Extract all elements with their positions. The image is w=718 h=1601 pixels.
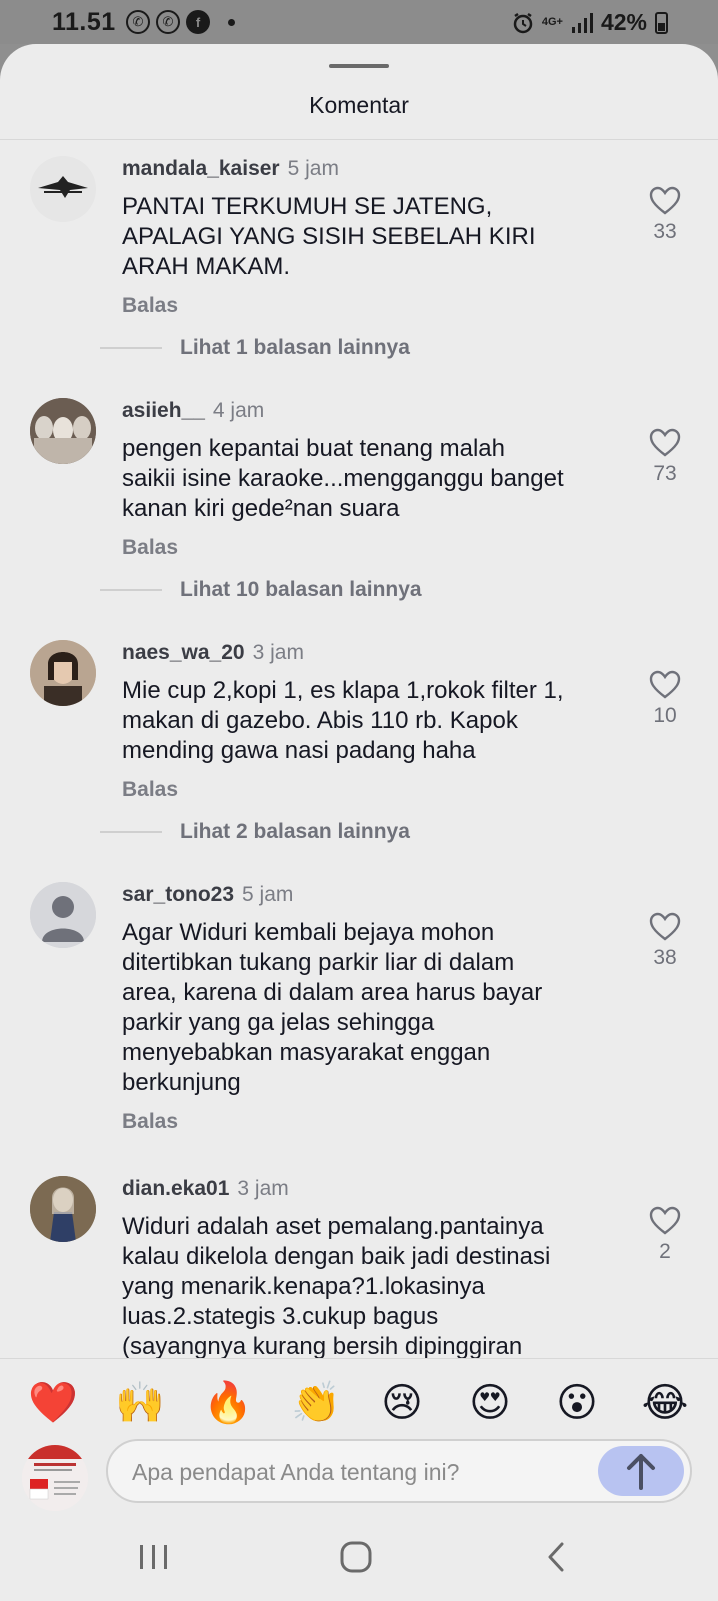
like-button[interactable]: 10 [640,670,690,728]
like-count: 33 [653,220,677,243]
emoji-laugh-button[interactable]: 😂 [639,1377,691,1429]
comment-username[interactable]: mandala_kaiser [122,157,280,180]
system-status: 4G+ 42% [512,9,668,36]
comment-text: pengen kepantai buat tenang malah saikii… [122,435,564,522]
reply-button[interactable]: Balas [122,1110,612,1134]
comment-time: 4 jam [212,399,265,422]
like-count: 2 [659,1240,671,1263]
back-button[interactable] [526,1535,586,1579]
comment-body: sar_tono23 5 jam Agar Widuri kembali beja… [122,882,612,1134]
whatsapp-icon: ✆ [126,10,150,34]
comment-time: 3 jam [237,1177,289,1200]
home-button[interactable] [326,1535,386,1579]
avatar[interactable] [30,156,96,222]
reply-button[interactable]: Balas [122,536,612,560]
comment-body: naes_wa_20 3 jam Mie cup 2,kopi 1, es kla… [122,640,612,802]
status-time: 11.51 [52,8,116,36]
emoji-clap-button[interactable]: 👏 [290,1377,342,1429]
comment-username[interactable]: naes_wa_20 [122,641,245,664]
my-avatar [22,1445,88,1511]
comment-time: 5 jam [242,883,294,906]
more-notifications-dot [228,18,235,26]
emoji-raised-hands-button[interactable]: 🙌 [114,1377,166,1429]
comment-text: Agar Widuri kembali bejaya mohon diterti… [122,919,543,1096]
comment-text: PANTAI TERKUMUH SE JATENG, APALAGI YANG … [122,193,536,280]
emoji-heart-eyes-button[interactable]: 😍 [464,1377,516,1429]
avatar[interactable] [30,882,96,948]
status-bar: 11.51 ✆ ✆ f 4G+ 42% [0,0,718,44]
view-more-replies-label: Lihat 2 balasan lainnya [180,820,410,843]
home-icon [340,1541,372,1573]
arrow-up-icon [627,1454,655,1490]
divider [100,347,162,349]
reply-button[interactable]: Balas [122,778,612,802]
like-button[interactable]: 38 [640,912,690,970]
alarm-icon [513,12,533,33]
like-button[interactable]: 2 [640,1206,690,1264]
quick-emoji-bar: ❤️ 🙌 🔥 👏 😢 😍 😮 😂 [0,1373,718,1433]
comment-username[interactable]: dian.eka01 [122,1177,229,1200]
comment-body: dian.eka01 3 jam Widuri adalah aset pemal… [122,1176,612,1362]
comment-input-box[interactable] [106,1439,692,1503]
send-button[interactable] [598,1446,684,1496]
comment-text: Widuri adalah aset pemalang.pantainya ka… [122,1213,551,1360]
network-type: 4G+ [541,16,563,28]
view-more-replies-label: Lihat 1 balasan lainnya [180,336,410,359]
divider [100,831,162,833]
avatar[interactable] [30,640,96,706]
comment-body: mandala_kaiser 5 jam PANTAI TERKUMUH SE J… [122,156,612,318]
view-more-replies[interactable]: Lihat 2 balasan lainnya [100,818,410,846]
back-icon [548,1542,564,1572]
reply-button[interactable]: Balas [122,294,612,318]
signal-icon [571,12,593,33]
like-button[interactable]: 33 [640,186,690,244]
comment-input[interactable] [130,1451,574,1493]
comment-time: 5 jam [287,157,339,180]
drag-handle[interactable] [329,64,389,68]
heart-icon [649,186,681,215]
comment-text: Mie cup 2,kopi 1, es klapa 1,rokok filte… [122,677,564,764]
heart-icon [649,912,681,941]
view-more-replies[interactable]: Lihat 10 balasan lainnya [100,576,422,604]
sheet-title: Komentar [309,92,409,118]
heart-icon [649,670,681,699]
system-navigation-bar [0,1513,718,1601]
like-button[interactable]: 73 [640,428,690,486]
like-count: 38 [653,946,677,969]
heart-icon [649,428,681,457]
emoji-cry-button[interactable]: 😢 [376,1377,428,1429]
recent-apps-icon [140,1545,167,1569]
divider [100,589,162,591]
like-count: 10 [653,704,677,727]
battery-icon [655,11,668,34]
facebook-icon: f [186,10,210,34]
comment-list[interactable]: mandala_kaiser 5 jam PANTAI TERKUMUH SE J… [0,140,718,1402]
notification-icons: ✆ ✆ f [126,10,235,34]
avatar[interactable] [30,398,96,464]
view-more-replies-label: Lihat 10 balasan lainnya [180,578,422,601]
emoji-heart-button[interactable]: ❤️ [27,1377,79,1429]
recent-apps-button[interactable] [124,1535,184,1579]
emoji-surprised-button[interactable]: 😮 [551,1377,603,1429]
comment-body: asiieh__ 4 jam pengen kepantai buat tenan… [122,398,612,560]
heart-icon [649,1206,681,1235]
like-count: 73 [653,462,677,485]
comment-time: 3 jam [252,641,304,664]
emoji-fire-button[interactable]: 🔥 [202,1377,254,1429]
whatsapp-icon: ✆ [156,10,180,34]
avatar[interactable] [30,1176,96,1242]
comment-username[interactable]: sar_tono23 [122,883,234,906]
comment-username[interactable]: asiieh__ [122,399,205,422]
battery-percent: 42% [600,9,647,35]
comment-composer: ❤️ 🙌 🔥 👏 😢 😍 😮 😂 [0,1358,718,1601]
view-more-replies[interactable]: Lihat 1 balasan lainnya [100,334,410,362]
